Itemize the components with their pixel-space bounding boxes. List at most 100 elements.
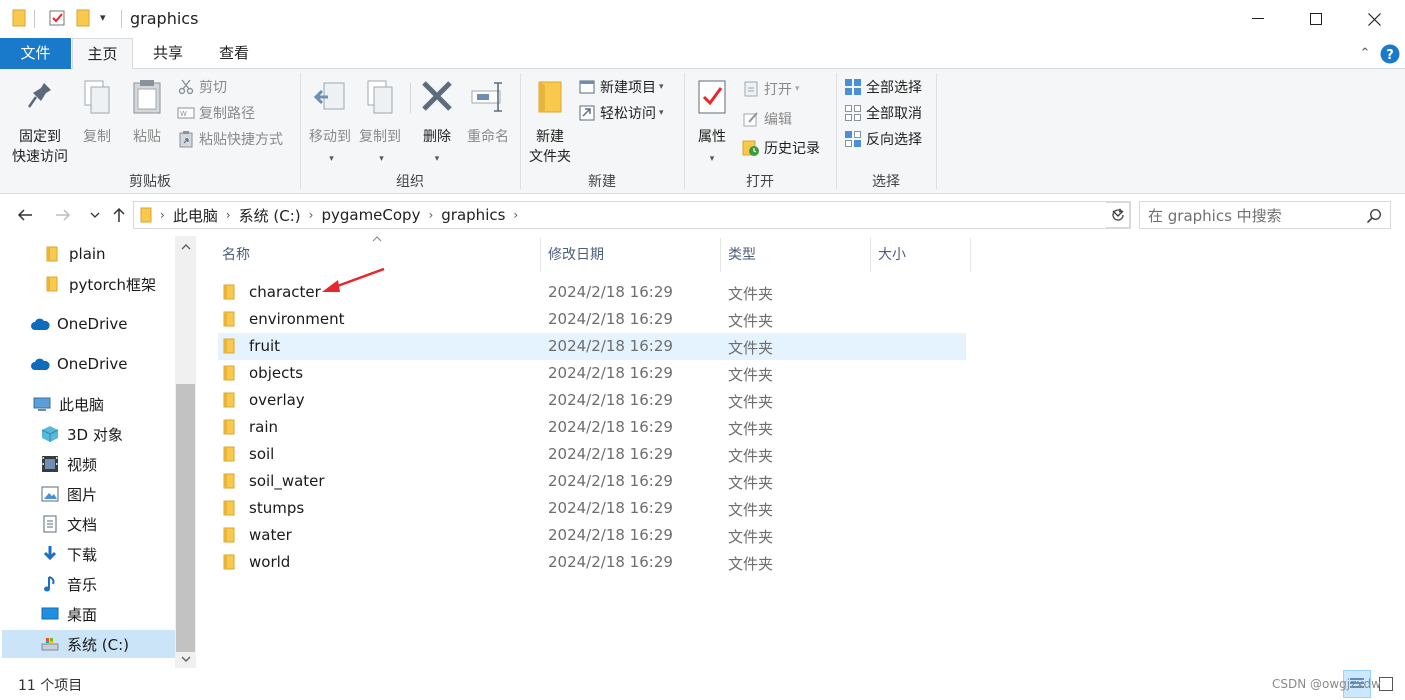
clipboard-icon xyxy=(126,79,168,121)
breadcrumb-pygamecopy[interactable]: pygameCopy xyxy=(321,206,420,224)
new-item-button[interactable]: 新建项目 ▾ xyxy=(578,75,664,99)
history-button[interactable]: 历史记录 xyxy=(742,136,820,160)
easy-access-button[interactable]: 轻松访问 ▾ xyxy=(578,101,664,125)
column-divider[interactable] xyxy=(540,238,541,272)
search-box[interactable] xyxy=(1139,201,1391,229)
scrollbar-thumb[interactable] xyxy=(176,384,195,652)
folder-icon xyxy=(42,244,62,264)
select-none-button[interactable]: 全部取消 xyxy=(844,101,922,125)
pin-label-line1: 固定到 xyxy=(19,129,61,145)
file-row[interactable]: rain 2024/2/18 16:29 文件夹 xyxy=(218,414,966,441)
help-icon[interactable]: ? xyxy=(1379,38,1401,69)
nav-item-5[interactable]: 3D 对象 xyxy=(40,420,123,448)
column-header-size[interactable]: 大小 xyxy=(872,238,970,272)
forward-arrow-icon[interactable] xyxy=(52,204,74,226)
breadcrumb-separator-icon[interactable]: › xyxy=(428,208,433,222)
copy-path-button[interactable]: W 复制路径 xyxy=(177,101,255,125)
nav-item-11[interactable]: 桌面 xyxy=(40,600,97,628)
rename-button[interactable]: 重命名 xyxy=(462,79,514,147)
open-button[interactable]: 打开 ▾ xyxy=(742,77,800,101)
file-row[interactable]: soil_water 2024/2/18 16:29 文件夹 xyxy=(218,468,966,495)
nav-item-3[interactable]: OneDrive xyxy=(30,350,128,378)
file-type: 文件夹 xyxy=(728,366,774,384)
nav-item-8[interactable]: 文档 xyxy=(40,510,97,538)
navigation-pane-scrollbar[interactable] xyxy=(175,236,196,668)
new-folder-quick-icon[interactable] xyxy=(76,9,90,31)
file-name: world xyxy=(249,553,291,571)
file-row[interactable]: water 2024/2/18 16:29 文件夹 xyxy=(218,522,966,549)
folder-icon xyxy=(223,500,235,520)
nav-item-10[interactable]: 音乐 xyxy=(40,570,97,598)
nav-item-1[interactable]: pytorch框架 xyxy=(42,270,156,298)
up-arrow-icon[interactable] xyxy=(108,204,130,226)
tab-view[interactable]: 查看 xyxy=(203,38,265,69)
minimize-button[interactable] xyxy=(1229,0,1287,38)
nav-item-4[interactable]: 此电脑 xyxy=(32,390,104,418)
invert-selection-button[interactable]: 反向选择 xyxy=(844,127,922,151)
tab-share[interactable]: 共享 xyxy=(137,38,199,69)
nav-item-7[interactable]: 图片 xyxy=(40,480,97,508)
new-folder-button[interactable]: 新建 文件夹 xyxy=(524,79,576,167)
nav-item-12[interactable]: 系统 (C:) xyxy=(2,630,175,658)
svg-text:W: W xyxy=(180,110,187,118)
copy-path-icon: W xyxy=(177,104,195,122)
file-row[interactable]: stumps 2024/2/18 16:29 文件夹 xyxy=(218,495,966,522)
tab-home[interactable]: 主页 xyxy=(72,38,133,70)
properties-button[interactable]: 属性 ▾ xyxy=(690,79,734,169)
column-header-date-modified[interactable]: 修改日期 xyxy=(542,238,720,272)
invert-selection-label: 反向选择 xyxy=(866,132,922,148)
nav-item-label: 图片 xyxy=(67,485,98,504)
file-type: 文件夹 xyxy=(728,474,774,492)
breadcrumb-system-c[interactable]: 系统 (C:) xyxy=(239,205,301,226)
address-bar[interactable]: › 此电脑 › 系统 (C:) › pygameCopy › graphics … xyxy=(133,201,1131,229)
scroll-up-arrow-icon[interactable] xyxy=(175,238,196,255)
breadcrumb-this-pc[interactable]: 此电脑 xyxy=(173,205,218,226)
edit-button[interactable]: 编辑 xyxy=(742,107,792,131)
column-divider[interactable] xyxy=(970,238,971,272)
breadcrumb-separator-icon[interactable]: › xyxy=(226,208,231,222)
window-title: graphics xyxy=(130,9,199,28)
search-icon[interactable] xyxy=(1366,208,1382,224)
copy-path-label: 复制路径 xyxy=(199,106,255,122)
nav-item-6[interactable]: 视频 xyxy=(40,450,97,478)
select-all-button[interactable]: 全部选择 xyxy=(844,75,922,99)
customize-quick-access-chevron-icon[interactable]: ▾ xyxy=(100,11,106,24)
file-row[interactable]: fruit 2024/2/18 16:29 文件夹 xyxy=(218,333,966,360)
paste-shortcut-icon xyxy=(177,130,195,148)
file-date-modified: 2024/2/18 16:29 xyxy=(548,283,673,301)
recent-locations-chevron-icon[interactable] xyxy=(84,204,106,226)
column-divider[interactable] xyxy=(870,238,871,272)
file-row[interactable]: world 2024/2/18 16:29 文件夹 xyxy=(218,549,966,576)
nav-item-0[interactable]: plain xyxy=(42,240,106,268)
paste-button[interactable]: 粘贴 xyxy=(126,79,168,147)
paste-shortcut-button[interactable]: 粘贴快捷方式 xyxy=(177,127,283,151)
scroll-down-arrow-icon[interactable] xyxy=(175,650,196,667)
copy-to-button[interactable]: 复制到▾ xyxy=(356,79,404,169)
collapse-ribbon-chevron-icon[interactable]: ⌃ xyxy=(1354,38,1376,69)
pin-to-quick-access-button[interactable]: 固定到 快速访问 xyxy=(8,79,72,167)
cut-button[interactable]: 剪切 xyxy=(177,75,227,99)
navigation-row: › 此电脑 › 系统 (C:) › pygameCopy › graphics … xyxy=(0,194,1405,236)
breadcrumb-separator-icon[interactable]: › xyxy=(513,208,518,222)
file-row[interactable]: objects 2024/2/18 16:29 文件夹 xyxy=(218,360,966,387)
search-input[interactable] xyxy=(1148,206,1358,226)
refresh-button[interactable] xyxy=(1106,202,1130,228)
back-arrow-icon[interactable] xyxy=(14,204,36,226)
file-row[interactable]: soil 2024/2/18 16:29 文件夹 xyxy=(218,441,966,468)
breadcrumb-separator-icon[interactable]: › xyxy=(309,208,314,222)
column-header-type[interactable]: 类型 xyxy=(722,238,870,272)
nav-item-2[interactable]: OneDrive xyxy=(30,310,128,338)
file-row[interactable]: overlay 2024/2/18 16:29 文件夹 xyxy=(218,387,966,414)
file-row[interactable]: environment 2024/2/18 16:29 文件夹 xyxy=(218,306,966,333)
breadcrumb-graphics[interactable]: graphics xyxy=(441,206,505,224)
tab-file[interactable]: 文件 xyxy=(0,38,71,69)
properties-check-icon[interactable] xyxy=(48,9,66,31)
maximize-button[interactable] xyxy=(1287,0,1345,38)
nav-item-label: pytorch框架 xyxy=(69,275,157,294)
copy-button[interactable]: 复制 xyxy=(76,79,118,147)
delete-button[interactable]: 删除 ▾ xyxy=(418,79,456,169)
nav-item-9[interactable]: 下载 xyxy=(40,540,97,568)
move-to-button[interactable]: 移动到▾ xyxy=(306,79,354,169)
column-divider[interactable] xyxy=(720,238,721,272)
close-button[interactable] xyxy=(1345,0,1403,38)
